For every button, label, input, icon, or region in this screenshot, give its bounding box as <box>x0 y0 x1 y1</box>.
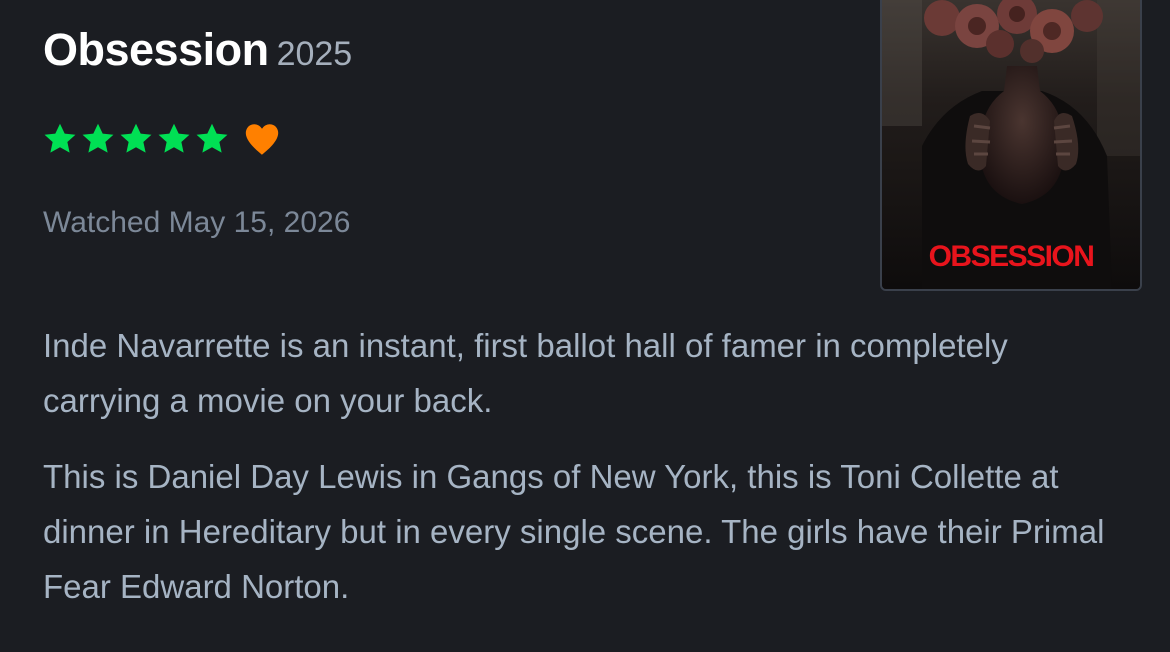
star-icon <box>196 123 228 153</box>
review-text: Inde Navarrette is an instant, first bal… <box>43 318 1133 614</box>
star-icon <box>120 123 152 153</box>
film-year[interactable]: 2025 <box>277 35 353 73</box>
star-icon <box>44 123 76 153</box>
film-poster[interactable]: OBSESSION <box>880 0 1142 291</box>
watched-date: Watched May 15, 2026 <box>43 206 351 239</box>
title-row: Obsession 2025 <box>43 24 352 76</box>
film-title[interactable]: Obsession <box>43 24 269 75</box>
review-paragraph: Inde Navarrette is an instant, first bal… <box>43 327 1008 419</box>
heart-icon <box>245 124 279 155</box>
review-paragraph: This is Daniel Day Lewis in Gangs of New… <box>43 458 1105 605</box>
review-card: Obsession 2025 Watched May 15, 2026 OBSE… <box>0 0 1170 652</box>
star-icon <box>158 123 190 153</box>
poster-title: OBSESSION <box>929 240 1094 273</box>
rating <box>43 122 280 156</box>
poster-image: OBSESSION <box>882 0 1140 289</box>
star-icon <box>82 123 114 153</box>
